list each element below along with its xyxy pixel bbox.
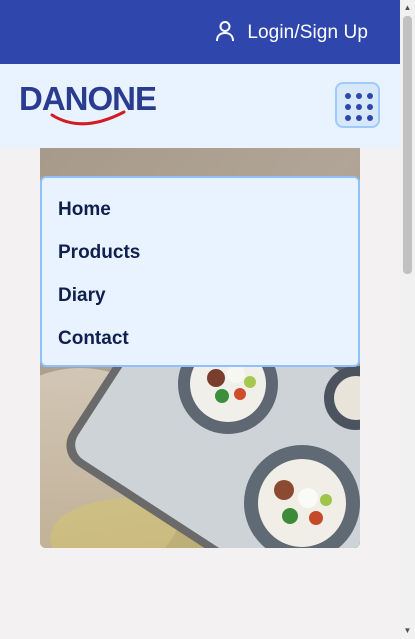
scrollbar-thumb[interactable] bbox=[403, 16, 412, 274]
nav-item-products[interactable]: Products bbox=[42, 239, 358, 282]
grid-dots-icon bbox=[345, 93, 373, 121]
user-icon bbox=[215, 20, 235, 47]
scroll-down-arrow-icon[interactable]: ▼ bbox=[403, 626, 412, 636]
menu-toggle-button[interactable] bbox=[335, 82, 380, 128]
page-scrollbar[interactable]: ▲ ▼ bbox=[400, 0, 415, 639]
scroll-up-arrow-icon[interactable]: ▲ bbox=[403, 3, 412, 13]
nav-dropdown-menu: Home Products Diary Contact bbox=[40, 176, 360, 367]
logo-text: DANONE bbox=[19, 84, 156, 117]
nav-item-home[interactable]: Home bbox=[42, 196, 358, 239]
danone-logo[interactable]: DANONE bbox=[19, 80, 159, 128]
nav-item-diary[interactable]: Diary bbox=[42, 282, 358, 325]
login-signup-label: Login/Sign Up bbox=[247, 22, 368, 43]
login-signup-link[interactable]: Login/Sign Up bbox=[215, 20, 368, 46]
top-bar: Login/Sign Up bbox=[0, 0, 400, 64]
nav-item-contact[interactable]: Contact bbox=[42, 325, 358, 368]
